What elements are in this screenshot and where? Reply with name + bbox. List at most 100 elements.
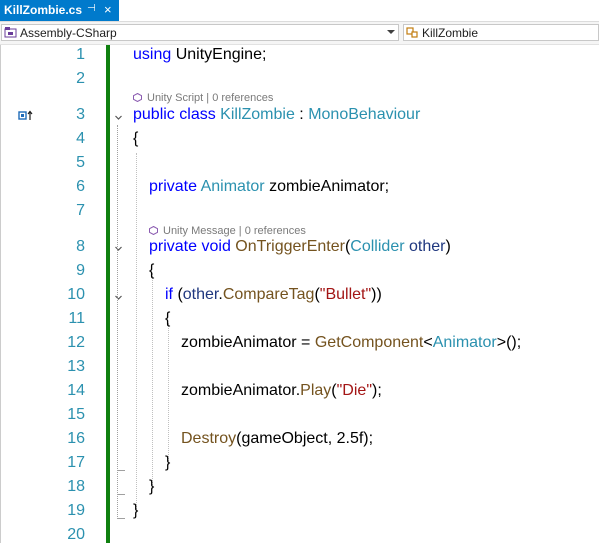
member-label: KillZombie <box>422 26 479 40</box>
code-line[interactable]: { <box>149 262 154 280</box>
csharp-project-icon <box>4 27 17 38</box>
line-number: 9 <box>76 262 85 279</box>
code-token: < <box>423 334 433 351</box>
code-line[interactable]: } <box>149 478 154 496</box>
code-token: CompareTag <box>222 286 315 303</box>
codelens-class[interactable]: Unity Script | 0 references <box>133 92 273 104</box>
code-token: ); <box>372 382 382 399</box>
code-token: zombieAnimator. <box>181 382 301 399</box>
line-number: 4 <box>76 130 85 147</box>
codelens-class-text: Unity Script | 0 references <box>147 92 274 104</box>
code-token: GetComponent <box>314 334 424 351</box>
implements-icon[interactable] <box>18 110 36 122</box>
project-dropdown[interactable]: Assembly-CSharp <box>1 24 399 41</box>
line-number: 19 <box>67 502 85 519</box>
code-token: "Die" <box>336 382 372 399</box>
code-token: } <box>165 454 171 471</box>
code-token: ( <box>173 286 183 303</box>
code-token: Animator <box>432 334 497 351</box>
code-token: private <box>149 238 198 255</box>
code-token: other <box>409 238 446 255</box>
close-icon[interactable]: × <box>104 2 112 17</box>
code-token: } <box>149 478 155 495</box>
line-number: 6 <box>76 178 85 195</box>
unity-icon <box>133 93 142 102</box>
code-token: OnTriggerEnter <box>235 238 345 255</box>
outline-line-class <box>117 125 119 519</box>
line-number: 17 <box>67 454 85 471</box>
code-editor[interactable]: Unity Script | 0 references Unity Messag… <box>0 45 599 545</box>
code-line[interactable]: Destroy(gameObject, 2.5f); <box>181 430 373 448</box>
tab-killzombie-cs[interactable]: KillZombie.cs ⊣ × <box>0 0 119 21</box>
code-line[interactable]: if (other.CompareTag("Bullet")) <box>165 286 382 304</box>
line-number: 7 <box>76 202 85 219</box>
code-token: >(); <box>496 334 522 351</box>
navigation-bar: Assembly-CSharp KillZombie <box>0 22 599 45</box>
code-token: UnityEngine; <box>171 46 267 63</box>
code-line[interactable]: private void OnTriggerEnter(Collider oth… <box>149 238 451 256</box>
line-number: 14 <box>67 382 85 399</box>
member-dropdown[interactable]: KillZombie <box>403 24 599 41</box>
code-token: Animator <box>200 178 265 195</box>
code-token: public <box>133 106 175 123</box>
class-icon <box>406 27 418 38</box>
line-number: 16 <box>67 430 85 447</box>
line-number: 15 <box>67 406 85 423</box>
code-token: : <box>294 106 309 123</box>
code-line[interactable]: using UnityEngine; <box>133 46 266 64</box>
code-token: (gameObject, 2.5f); <box>236 430 374 447</box>
line-number: 10 <box>67 286 85 303</box>
code-token: void <box>201 238 231 255</box>
tab-filename: KillZombie.cs <box>4 3 83 17</box>
line-number: 1 <box>76 46 85 63</box>
outline-end-class <box>117 518 125 519</box>
indent-guide <box>136 153 137 513</box>
code-token: ) <box>445 238 451 255</box>
code-line[interactable]: { <box>165 310 170 328</box>
code-token: { <box>165 310 171 327</box>
code-token: zombieAnimator; <box>264 178 390 195</box>
line-number: 8 <box>76 238 85 255</box>
code-token: using <box>133 46 172 63</box>
line-number: 18 <box>67 478 85 495</box>
outline-end-method <box>117 494 125 495</box>
pin-icon[interactable]: ⊣ <box>87 3 96 14</box>
line-number: 13 <box>67 358 85 375</box>
code-line[interactable]: zombieAnimator.Play("Die"); <box>181 382 382 400</box>
code-line[interactable]: zombieAnimator = GetComponent<Animator>(… <box>181 334 521 352</box>
code-token: Play <box>300 382 332 399</box>
code-line[interactable]: private Animator zombieAnimator; <box>149 178 389 196</box>
code-token: if <box>165 286 173 303</box>
code-token: "Bullet" <box>319 286 372 303</box>
change-tracking-bar <box>106 45 110 545</box>
code-token: { <box>149 262 155 279</box>
code-token: class <box>179 106 216 123</box>
code-line[interactable]: { <box>133 130 138 148</box>
codelens-method[interactable]: Unity Message | 0 references <box>149 225 306 237</box>
line-number: 5 <box>76 154 85 171</box>
chevron-down-icon <box>387 30 395 34</box>
code-token: Collider <box>350 238 405 255</box>
code-token: private <box>149 178 198 195</box>
code-token: { <box>133 130 139 147</box>
project-label: Assembly-CSharp <box>20 26 117 40</box>
code-token: MonoBehaviour <box>308 106 421 123</box>
codelens-method-text: Unity Message | 0 references <box>163 225 306 237</box>
code-token: } <box>133 502 139 519</box>
outline-end-if <box>117 470 125 471</box>
code-token: other <box>182 286 219 303</box>
collapse-class-icon[interactable] <box>114 113 123 122</box>
indent-guide <box>152 273 153 489</box>
code-line[interactable]: public class KillZombie : MonoBehaviour <box>133 106 420 124</box>
line-number: 11 <box>68 310 85 327</box>
indent-guide <box>168 323 169 465</box>
code-line[interactable]: } <box>133 502 138 520</box>
unity-icon <box>149 226 158 235</box>
line-number: 2 <box>76 70 85 87</box>
code-token: Destroy <box>181 430 237 447</box>
document-tab-strip: KillZombie.cs ⊣ × <box>0 0 599 22</box>
code-token: zombieAnimator = <box>181 334 315 351</box>
code-line[interactable]: } <box>165 454 170 472</box>
line-number: 3 <box>76 106 85 123</box>
code-token: KillZombie <box>220 106 295 123</box>
